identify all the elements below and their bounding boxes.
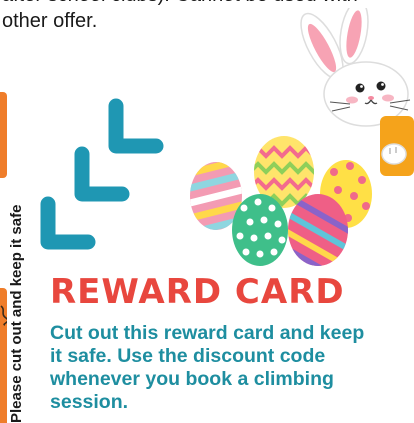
orange-side-strip-bottom — [0, 288, 7, 423]
reward-card-description: Cut out this reward card and keep it saf… — [50, 322, 365, 413]
peeking-bunny-illustration — [300, 8, 414, 176]
triple-chevron-arrow-icon — [40, 98, 164, 250]
orange-side-strip-top — [0, 92, 7, 178]
bunny-eye-right — [376, 81, 386, 91]
bunny-paw — [381, 143, 407, 165]
bunny-eye-left — [355, 83, 365, 93]
offer-terms-line-1: after school clubs). Cannot be used with — [2, 0, 402, 8]
bunny-nose — [368, 96, 374, 100]
cut-out-instruction: Please cut out and keep it safe — [8, 204, 25, 423]
reward-card-title: REWARD CARD — [50, 272, 345, 312]
scribble-mark — [0, 305, 7, 326]
